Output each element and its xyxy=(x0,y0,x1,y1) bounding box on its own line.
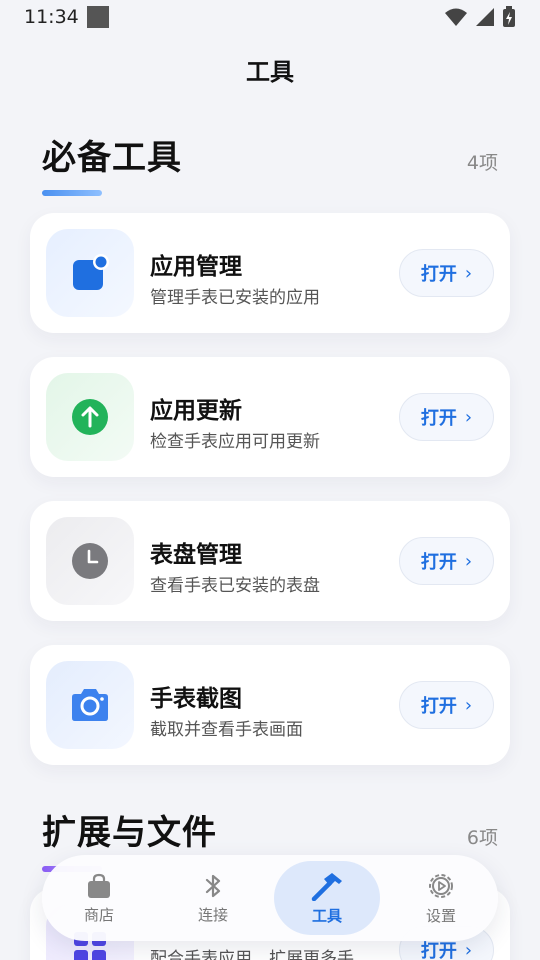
nav-item-store[interactable]: 商店 xyxy=(46,861,152,935)
status-time-group: 11:34 xyxy=(24,6,109,28)
hammer-icon xyxy=(311,872,342,901)
signal-icon xyxy=(476,8,494,26)
status-time: 11:34 xyxy=(24,6,79,28)
open-button[interactable]: 打开 › xyxy=(399,681,494,729)
card-icon-container xyxy=(46,229,134,317)
card-description: 检查手表应用可用更新 xyxy=(150,432,320,452)
nav-label: 设置 xyxy=(425,906,456,925)
chevron-right-icon: › xyxy=(464,406,473,428)
open-button-label: 打开 xyxy=(420,696,457,717)
nav-item-connect[interactable]: 连接 xyxy=(160,861,266,935)
open-button-label: 打开 xyxy=(420,264,457,285)
wifi-icon xyxy=(445,8,467,26)
card-title: 应用更新 xyxy=(150,398,242,424)
card-icon-container xyxy=(46,661,134,749)
bottom-navigation: 商店 连接 工具 设置 xyxy=(42,855,498,941)
section-count: 6项 xyxy=(466,827,498,849)
card-icon-container xyxy=(46,517,134,605)
battery-icon xyxy=(503,6,515,27)
section-header-essentials: 必备工具 4项 xyxy=(42,130,498,179)
settings-icon xyxy=(429,873,453,898)
section-accent-bar xyxy=(42,190,102,196)
section-title: 扩展与文件 xyxy=(42,813,217,853)
tool-card-app-management[interactable]: 应用管理 管理手表已安装的应用 打开 › xyxy=(30,213,510,333)
section-count: 4项 xyxy=(466,152,498,174)
card-title: 应用管理 xyxy=(150,254,242,280)
section-header-extensions: 扩展与文件 6项 xyxy=(42,805,498,854)
open-button[interactable]: 打开 › xyxy=(399,249,494,297)
chevron-right-icon: › xyxy=(464,550,473,572)
open-button[interactable]: 打开 › xyxy=(399,537,494,585)
nav-label: 工具 xyxy=(311,906,342,925)
card-title: 表盘管理 xyxy=(150,542,242,568)
shopping-bag-icon xyxy=(88,873,110,898)
notification-icon xyxy=(86,6,109,28)
tool-card-watch-screenshot[interactable]: 手表截图 截取并查看手表画面 打开 › xyxy=(30,645,510,765)
arrow-up-circle-icon xyxy=(72,399,108,435)
chevron-right-icon: › xyxy=(464,939,473,960)
app-badge-icon xyxy=(73,254,109,290)
nav-item-settings[interactable]: 设置 xyxy=(388,861,494,935)
open-button-label: 打开 xyxy=(420,552,457,573)
nav-label: 商店 xyxy=(83,905,114,924)
status-icons xyxy=(444,6,516,28)
open-button[interactable]: 打开 › xyxy=(399,393,494,441)
nav-label: 连接 xyxy=(197,905,228,924)
chevron-right-icon: › xyxy=(464,694,473,716)
card-icon-container xyxy=(46,373,134,461)
card-title: 手表截图 xyxy=(150,686,242,712)
chevron-right-icon: › xyxy=(464,262,473,284)
bluetooth-icon xyxy=(205,874,221,897)
section-title: 必备工具 xyxy=(42,138,182,178)
open-button-label: 打开 xyxy=(420,408,457,429)
card-description: 管理手表已安装的应用 xyxy=(150,288,320,308)
tool-card-app-update[interactable]: 应用更新 检查手表应用可用更新 打开 › xyxy=(30,357,510,477)
card-description: 截取并查看手表画面 xyxy=(150,720,303,740)
nav-item-tools[interactable]: 工具 xyxy=(274,861,380,935)
page-title: 工具 xyxy=(246,58,294,86)
status-bar: 11:34 xyxy=(0,0,540,34)
tool-card-watchface-management[interactable]: 表盘管理 查看手表已安装的表盘 打开 › xyxy=(30,501,510,621)
card-description: 配合手表应用，扩展更多手 xyxy=(150,949,354,960)
camera-icon xyxy=(72,689,108,721)
clock-icon xyxy=(72,543,108,579)
card-description: 查看手表已安装的表盘 xyxy=(150,576,320,596)
